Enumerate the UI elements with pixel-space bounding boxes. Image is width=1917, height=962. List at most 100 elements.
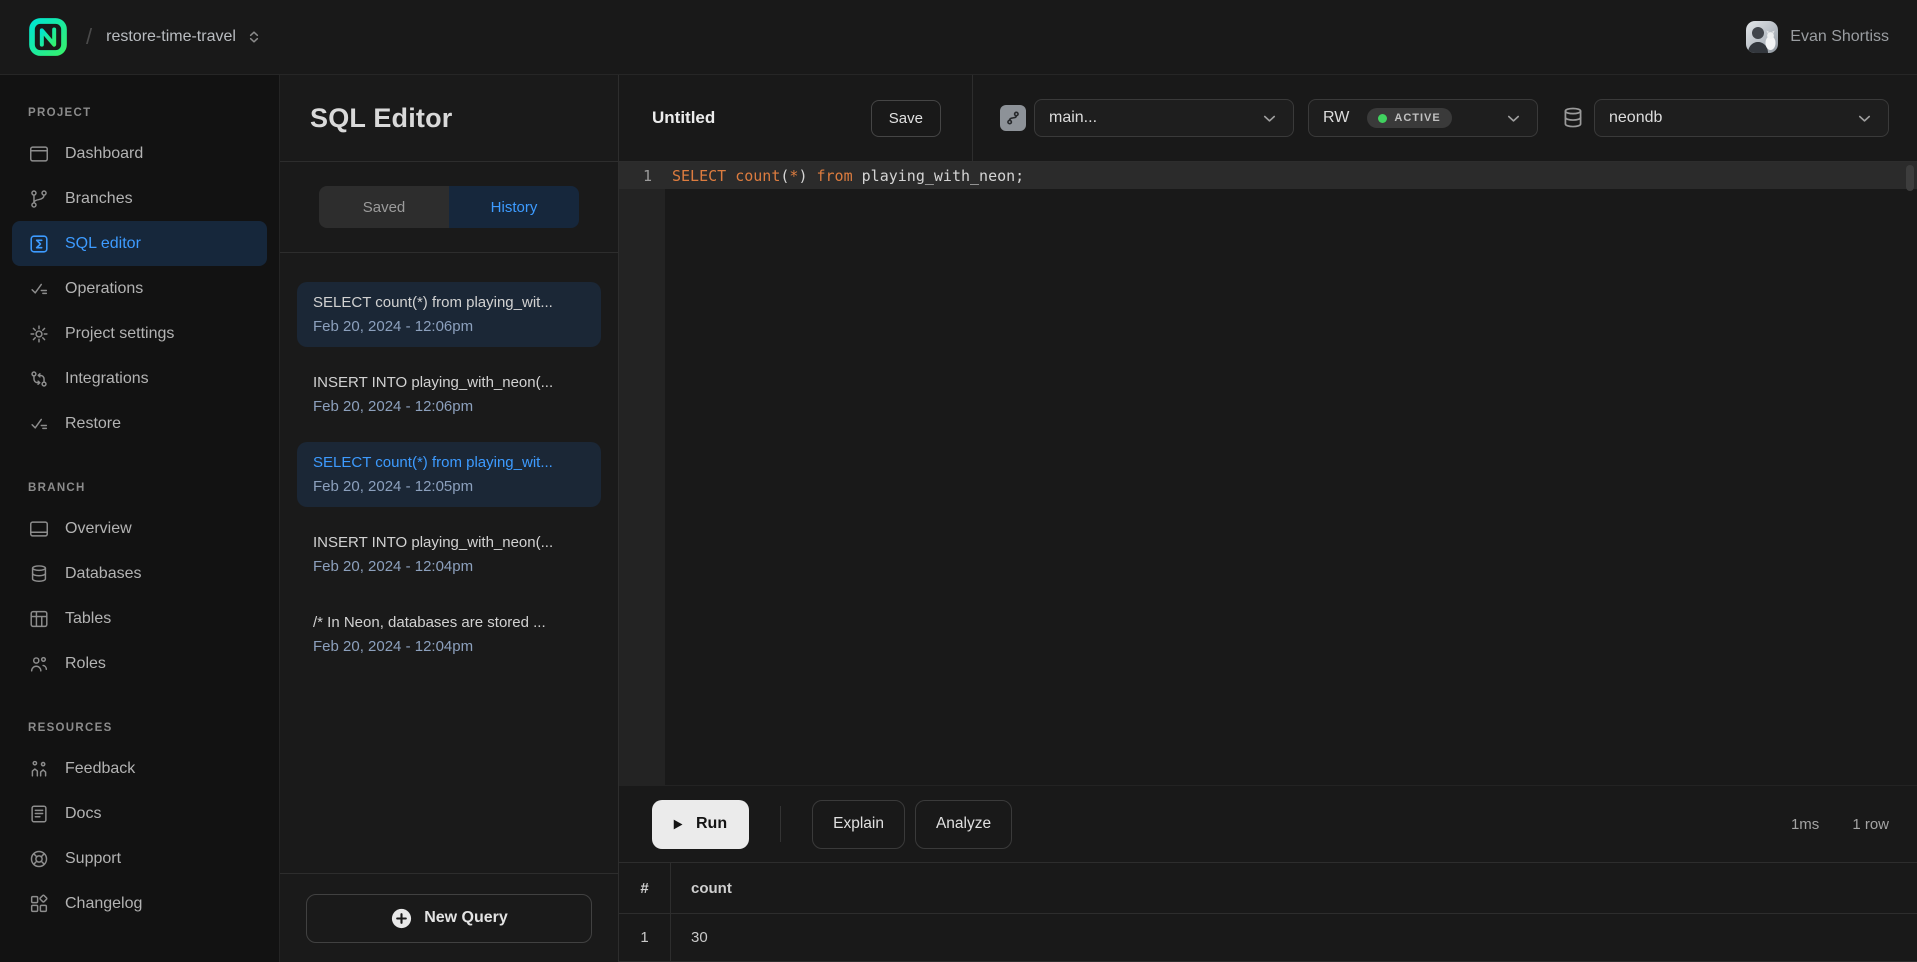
sql-code-editor[interactable]: 1 SELECT count(*) from playing_with_neon… (619, 162, 1917, 785)
results-header-index: # (619, 863, 671, 913)
sidebar-item-label: Dashboard (65, 145, 143, 163)
project-switcher[interactable]: restore-time-travel (106, 28, 262, 46)
history-item-query: SELECT count(*) from playing_wit... (313, 294, 585, 311)
sidebar-section-resources: RESOURCES Feedback Docs (12, 722, 267, 926)
history-item[interactable]: SELECT count(*) from playing_wit... Feb … (297, 282, 601, 347)
page-title: SQL Editor (310, 103, 453, 134)
compute-select[interactable]: RW ACTIVE (1308, 99, 1538, 137)
sql-query-text: SELECT count(*) from playing_with_neon; (672, 167, 1024, 185)
sidebar-item-label: Support (65, 850, 121, 868)
history-item-selected[interactable]: SELECT count(*) from playing_wit... Feb … (297, 442, 601, 507)
explain-button[interactable]: Explain (812, 800, 905, 849)
overview-icon (28, 518, 50, 540)
sidebar-item-project-settings[interactable]: Project settings (12, 311, 267, 356)
sidebar-item-feedback[interactable]: Feedback (12, 746, 267, 791)
sidebar-item-docs[interactable]: Docs (12, 791, 267, 836)
editor-scrollbar[interactable] (1906, 165, 1914, 191)
code-line: 1 SELECT count(*) from playing_with_neon… (619, 162, 1917, 189)
sidebar-item-label: Databases (65, 565, 142, 583)
tabs-container: Saved History (280, 162, 618, 253)
history-list: SELECT count(*) from playing_wit... Feb … (280, 253, 618, 873)
sidebar-item-integrations[interactable]: Integrations (12, 356, 267, 401)
sidebar-item-restore[interactable]: Restore (12, 401, 267, 446)
sidebar-item-label: Integrations (65, 370, 149, 388)
sidebar-section-project: PROJECT Dashboard Branches (12, 107, 267, 446)
sidebar-item-changelog[interactable]: Changelog (12, 881, 267, 926)
sidebar-item-sql-editor[interactable]: SQL editor (12, 221, 267, 266)
new-query-label: New Query (424, 909, 508, 927)
chevron-down-icon (1260, 109, 1279, 128)
database-select[interactable]: neondb (1594, 99, 1889, 137)
run-label: Run (696, 815, 727, 833)
lifebuoy-icon (28, 848, 50, 870)
sidebar-item-label: Docs (65, 805, 101, 823)
breadcrumb-project-name: restore-time-travel (106, 28, 236, 46)
branches-icon (28, 188, 50, 210)
document-title-bar: Untitled Save (619, 75, 973, 161)
history-item-query: /* In Neon, databases are stored ... (313, 614, 585, 631)
dashboard-icon (28, 143, 50, 165)
results-header-spacer (732, 863, 1917, 913)
users-icon (28, 653, 50, 675)
run-button[interactable]: Run (652, 800, 749, 849)
analyze-button[interactable]: Analyze (915, 800, 1012, 849)
history-item-timestamp: Feb 20, 2024 - 12:06pm (313, 398, 585, 415)
sidebar-item-branches[interactable]: Branches (12, 176, 267, 221)
query-duration: 1ms (1791, 816, 1819, 833)
results-table: # count 1 30 (619, 863, 1917, 962)
history-item[interactable]: /* In Neon, databases are stored ... Feb… (297, 602, 601, 667)
sidebar-item-operations[interactable]: Operations (12, 266, 267, 311)
sidebar-item-overview[interactable]: Overview (12, 506, 267, 551)
section-label: RESOURCES (12, 722, 267, 734)
user-avatar (1746, 21, 1778, 53)
play-icon (670, 817, 685, 832)
neon-logo-icon[interactable] (28, 17, 68, 57)
database-select-value: neondb (1609, 109, 1662, 127)
sidebar-item-roles[interactable]: Roles (12, 641, 267, 686)
integrations-icon (28, 368, 50, 390)
breadcrumb-separator: / (86, 24, 92, 50)
sidebar-item-label: Roles (65, 655, 106, 673)
sidebar-item-label: Branches (65, 190, 133, 208)
sql-editor-icon (28, 233, 50, 255)
divider (780, 806, 781, 842)
sql-editor-panel: SQL Editor Saved History SELECT count(*)… (280, 75, 619, 962)
branch-select[interactable]: main... (1034, 99, 1294, 137)
branch-icon (1000, 105, 1026, 131)
tab-saved[interactable]: Saved (319, 186, 449, 228)
save-button[interactable]: Save (871, 100, 941, 137)
panel-footer: New Query (280, 873, 618, 962)
panel-header: SQL Editor (280, 75, 618, 162)
line-number: 1 (619, 167, 665, 185)
chevron-down-icon (1504, 109, 1523, 128)
sidebar-item-dashboard[interactable]: Dashboard (12, 131, 267, 176)
editor-gutter (619, 162, 665, 785)
top-bar: / restore-time-travel Evan Shortiss (0, 0, 1917, 75)
editor-area: Untitled Save main... RW (619, 75, 1917, 962)
query-stats: 1ms 1 row (1791, 816, 1889, 833)
sidebar-item-label: Feedback (65, 760, 135, 778)
sidebar-item-label: Project settings (65, 325, 174, 343)
status-badge: ACTIVE (1367, 108, 1451, 128)
section-label: BRANCH (12, 482, 267, 494)
history-item-query: SELECT count(*) from playing_wit... (313, 454, 585, 471)
sidebar-item-label: Tables (65, 610, 111, 628)
results-cell-count: 30 (671, 914, 708, 961)
context-toolbar: main... RW ACTIVE (973, 75, 1917, 161)
sidebar-item-tables[interactable]: Tables (12, 596, 267, 641)
database-icon (1560, 105, 1586, 131)
history-item[interactable]: INSERT INTO playing_with_neon(... Feb 20… (297, 362, 601, 427)
status-dot (1378, 114, 1387, 123)
status-label: ACTIVE (1394, 112, 1440, 124)
results-header-row: # count (619, 863, 1917, 914)
tab-history[interactable]: History (449, 186, 579, 228)
sidebar-item-label: Changelog (65, 895, 142, 913)
user-menu[interactable]: Evan Shortiss (1746, 21, 1889, 53)
new-query-button[interactable]: New Query (306, 894, 592, 943)
history-item[interactable]: INSERT INTO playing_with_neon(... Feb 20… (297, 522, 601, 587)
sidebar-item-databases[interactable]: Databases (12, 551, 267, 596)
sidebar-item-support[interactable]: Support (12, 836, 267, 881)
history-item-query: INSERT INTO playing_with_neon(... (313, 374, 585, 391)
table-row[interactable]: 1 30 (619, 914, 1917, 962)
results-row-spacer (708, 914, 1917, 961)
